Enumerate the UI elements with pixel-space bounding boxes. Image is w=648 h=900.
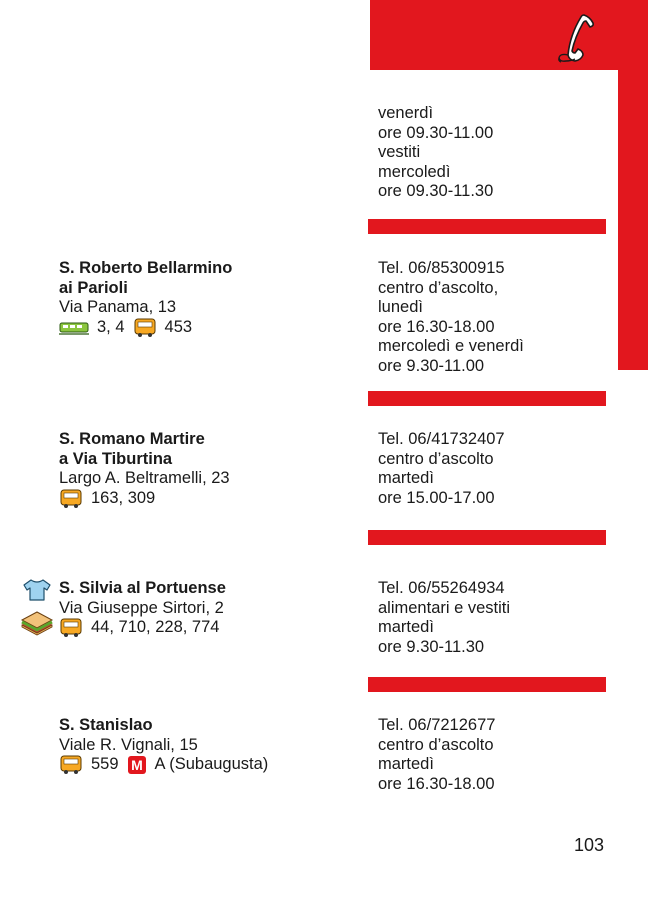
side-thumb-tab	[618, 0, 648, 370]
parish-name: a Via Tiburtina	[59, 449, 173, 468]
detail-line: mercoledì	[378, 162, 451, 181]
transit-info: 163, 309	[59, 489, 359, 509]
detail-line: martedì	[378, 755, 434, 774]
section-divider	[368, 677, 606, 692]
detail-line: centro d’ascolto	[378, 735, 494, 754]
entry-0-details: venerdì ore 09.30-11.00 vestiti mercoled…	[378, 104, 613, 202]
detail-line: martedì	[378, 618, 434, 637]
address: Via Panama, 13	[59, 298, 177, 317]
detail-line: centro d’ascolto	[378, 449, 494, 468]
detail-line: centro d’ascolto,	[378, 278, 499, 297]
detail-line: martedì	[378, 469, 434, 488]
address: Via Giuseppe Sirtori, 2	[59, 598, 224, 617]
entry-2-details: Tel. 06/41732407 centro d’ascolto marted…	[378, 430, 613, 508]
detail-line: ore 09.30-11.00	[378, 123, 494, 142]
section-divider	[368, 219, 606, 234]
bus-lines: 163, 309	[91, 488, 156, 507]
detail-line: ore 9.30-11.00	[378, 356, 485, 375]
tram-lines: 3, 4	[97, 317, 125, 336]
bus-lines: 559	[91, 755, 119, 774]
tram-icon	[59, 322, 89, 335]
detail-line: ore 16.30-18.00	[378, 774, 495, 793]
parish-name: S. Romano Martire	[59, 430, 205, 448]
detail-line: mercoledì e venerdì	[378, 337, 524, 356]
detail-line: ore 16.30-18.00	[378, 317, 495, 336]
phone-number: Tel. 06/55264934	[378, 579, 505, 597]
bus-icon	[60, 489, 82, 509]
bus-lines: 453	[164, 317, 193, 336]
detail-line: ore 09.30-11.30	[378, 182, 494, 201]
detail-line: venerdì	[378, 104, 434, 122]
detail-line: lunedì	[378, 298, 423, 317]
entry-2-info: S. Romano Martire a Via Tiburtina Largo …	[59, 430, 359, 509]
parish-name: S. Silvia al Portuense	[59, 579, 226, 597]
bus-icon	[60, 755, 82, 775]
telephone-icon	[558, 14, 594, 63]
entry-4-info: S. Stanislao Viale R. Vignali, 15 559 M …	[59, 716, 359, 775]
address: Largo A. Beltramelli, 23	[59, 469, 230, 488]
detail-line: vestiti	[378, 143, 421, 162]
section-divider	[368, 530, 606, 545]
phone-number: Tel. 06/41732407	[378, 430, 505, 448]
parish-name: S. Stanislao	[59, 716, 153, 734]
address: Viale R. Vignali, 15	[59, 735, 198, 754]
parish-name: ai Parioli	[59, 278, 128, 297]
entry-1-details: Tel. 06/85300915 centro d’ascolto, luned…	[378, 259, 613, 377]
phone-number: Tel. 06/85300915	[378, 259, 505, 277]
bus-icon	[134, 318, 156, 338]
detail-line: ore 15.00-17.00	[378, 488, 495, 507]
entry-1-info: S. Roberto Bellarmino ai Parioli Via Pan…	[59, 259, 359, 338]
detail-line: alimentari e vestiti	[378, 598, 511, 617]
transit-info: 3, 4 453	[59, 318, 359, 338]
bus-lines: 44, 710, 228, 774	[91, 618, 220, 637]
entry-3-info: S. Silvia al Portuense Via Giuseppe Sirt…	[59, 579, 359, 638]
metro-line: A (Subaugusta)	[154, 755, 269, 774]
phone-number: Tel. 06/7212677	[378, 716, 496, 734]
detail-line: ore 9.30-11.30	[378, 637, 485, 656]
sandwich-icon	[20, 611, 54, 636]
section-divider	[368, 391, 606, 406]
parish-name: S. Roberto Bellarmino	[59, 259, 233, 277]
page-number: 103	[574, 835, 605, 855]
transit-info: 559 M A (Subaugusta)	[59, 755, 359, 775]
t-shirt-icon	[23, 579, 51, 601]
transit-info: 44, 710, 228, 774	[59, 618, 359, 638]
bus-icon	[60, 618, 82, 638]
metro-icon: M	[127, 755, 146, 774]
entry-3-details: Tel. 06/55264934 alimentari e vestiti ma…	[378, 579, 613, 657]
entry-4-details: Tel. 06/7212677 centro d’ascolto martedì…	[378, 716, 613, 794]
metro-letter: M	[131, 757, 143, 773]
